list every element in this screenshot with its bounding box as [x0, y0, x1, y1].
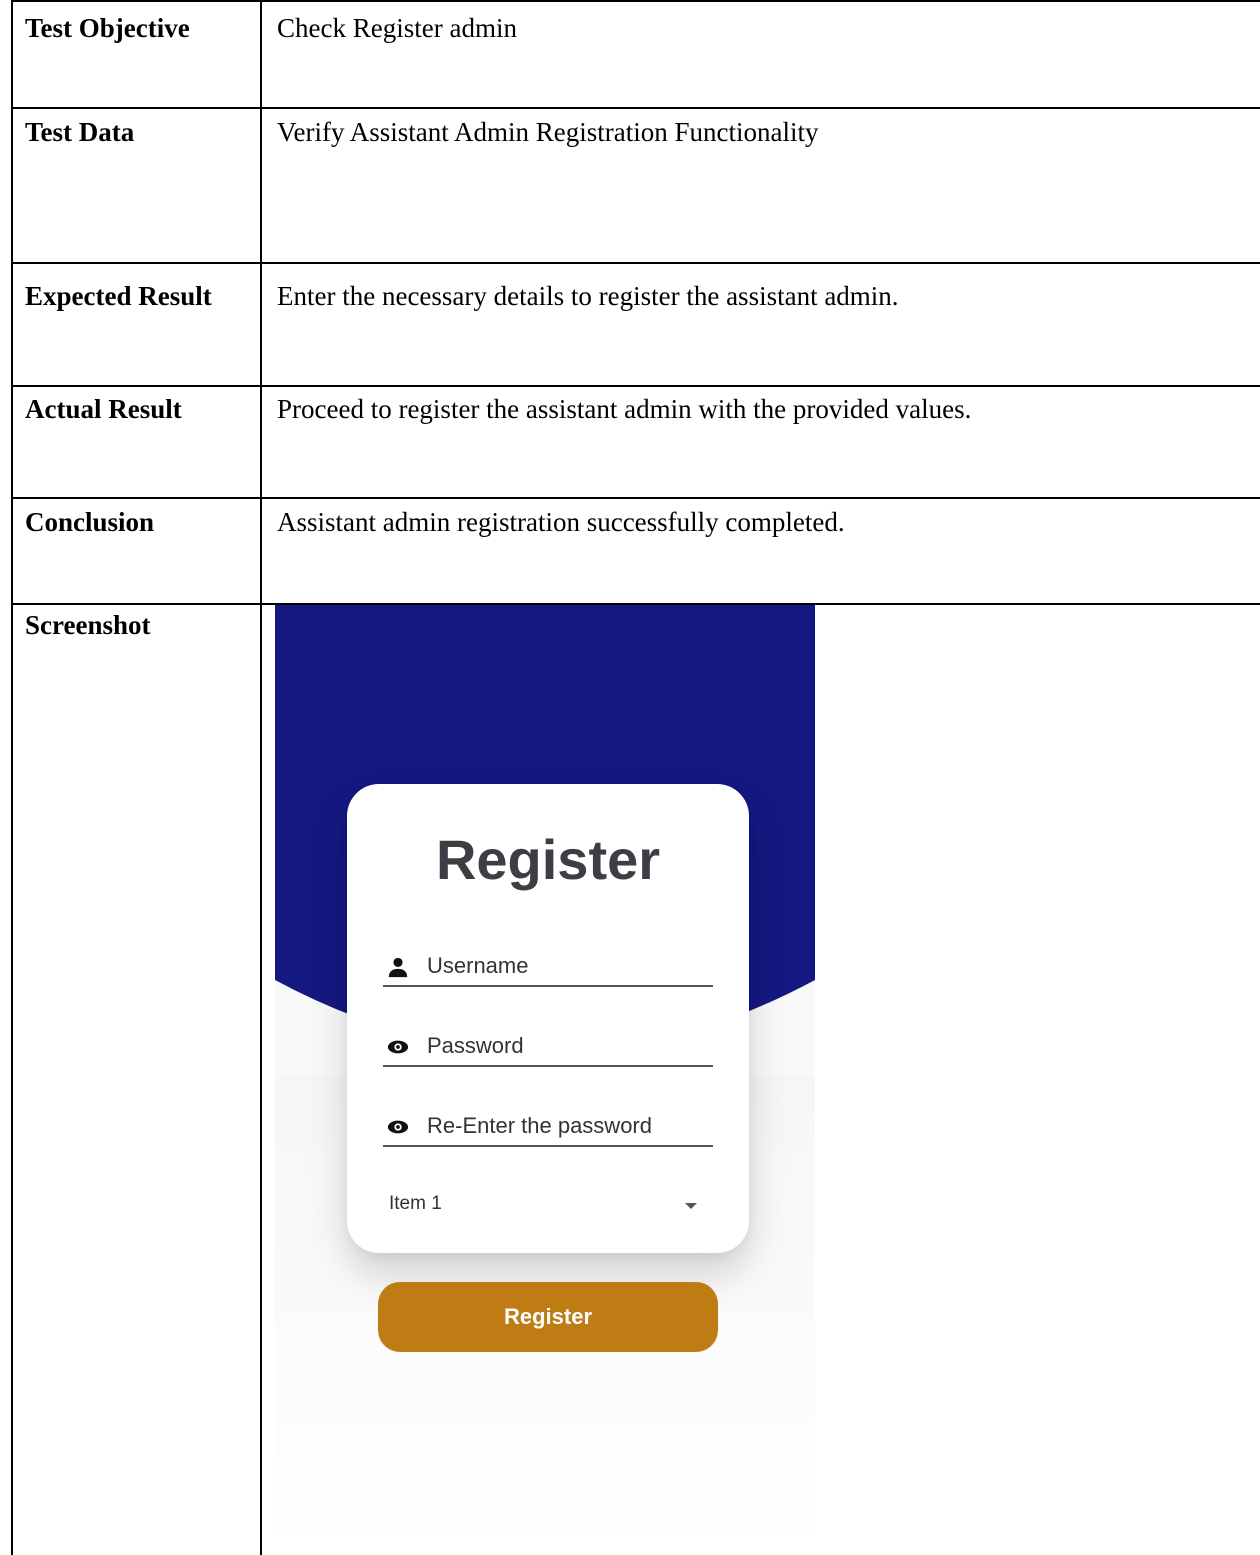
label-test-data: Test Data: [25, 117, 135, 147]
row-divider: [11, 262, 1260, 264]
register-title: Register: [435, 828, 661, 891]
reenter-password-field[interactable]: Re-Enter the password: [383, 1107, 713, 1147]
label-expected-result: Expected Result: [25, 281, 212, 311]
reenter-password-placeholder: Re-Enter the password: [427, 1113, 652, 1138]
value-conclusion: Assistant admin registration successfull…: [277, 507, 845, 537]
value-actual-result: Proceed to register the assistant admin …: [277, 394, 972, 424]
label-actual-result: Actual Result: [25, 394, 182, 424]
register-screen-screenshot: Register Username Password Re-Enter the: [275, 605, 815, 1553]
password-placeholder: Password: [427, 1033, 524, 1058]
username-placeholder: Username: [427, 953, 529, 978]
eye-icon[interactable]: [387, 1036, 409, 1058]
dropdown-selected-value: Item 1: [389, 1193, 442, 1214]
person-icon: [388, 957, 408, 978]
table-border-left: [11, 0, 13, 1555]
value-test-objective: Check Register admin: [277, 13, 517, 43]
label-conclusion: Conclusion: [25, 507, 155, 537]
eye-icon[interactable]: [387, 1116, 409, 1138]
row-divider: [11, 107, 1260, 109]
column-divider: [260, 0, 262, 1555]
role-dropdown[interactable]: Item 1: [387, 1187, 697, 1223]
value-expected-result: Enter the necessary details to register …: [277, 281, 899, 311]
row-divider: [11, 497, 1260, 499]
table-border-top: [11, 0, 1260, 2]
register-card: Register Username Password Re-Enter the: [347, 784, 749, 1352]
username-field[interactable]: Username: [383, 947, 713, 987]
register-button[interactable]: Register: [378, 1282, 718, 1352]
caret-down-icon[interactable]: [685, 1203, 697, 1209]
password-field[interactable]: Password: [383, 1027, 713, 1067]
row-divider: [11, 385, 1260, 387]
value-test-data: Verify Assistant Admin Registration Func…: [277, 117, 819, 147]
label-screenshot: Screenshot: [25, 610, 151, 640]
label-test-objective: Test Objective: [25, 13, 190, 43]
